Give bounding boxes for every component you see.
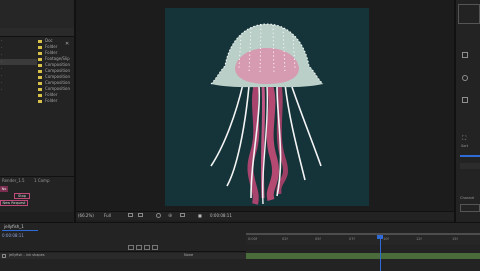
folder-icon — [38, 57, 42, 61]
project-panel: · · · · · · · · Doc Folder Folder Footag… — [0, 0, 74, 212]
list-item[interactable]: · — [0, 66, 2, 72]
mask-icon[interactable] — [156, 213, 161, 218]
item-type: Doc — [45, 38, 53, 43]
render-button-new[interactable]: New Request — [0, 200, 28, 206]
timeline-panel: jellyfish_1 0:00:08:11 jellyfish - ink s… — [0, 222, 480, 271]
panel-icon[interactable] — [462, 97, 468, 103]
channel-icon[interactable] — [180, 213, 185, 217]
work-area-bar[interactable] — [246, 233, 480, 235]
render-queue-header: Render_1.5 1 Comp — [0, 176, 74, 185]
resolution-select[interactable]: Full — [104, 213, 111, 218]
render-button-stop[interactable]: Stop — [14, 193, 30, 199]
right-panel: ⛶ Sort Channel — [456, 0, 480, 222]
folder-icon — [38, 63, 42, 67]
folder-icon — [38, 45, 42, 49]
list-item-selected[interactable]: · — [0, 59, 37, 65]
render-value: 1 Comp — [34, 178, 50, 183]
right-field[interactable] — [460, 204, 480, 212]
item-type: Composition — [45, 74, 70, 79]
folder-icon — [38, 99, 42, 103]
layer-row[interactable]: jellyfish - ink shapes None — [0, 253, 246, 259]
distribute-icon[interactable] — [462, 75, 468, 81]
project-list-names: · · · · · · · · — [0, 38, 37, 108]
list-item[interactable]: · — [0, 87, 2, 93]
right-label-b: Channel — [460, 196, 475, 200]
list-item[interactable]: · — [0, 73, 2, 79]
region-icon[interactable] — [128, 213, 133, 217]
zoom-select[interactable]: (66.2%) — [78, 213, 94, 218]
align-icon[interactable] — [462, 52, 468, 58]
timeline-tab-label: jellyfish_1 — [4, 224, 24, 229]
item-type: Folder — [45, 50, 58, 55]
ruler-tick-label: 05f — [315, 237, 321, 241]
layer-track-bar[interactable] — [246, 253, 480, 259]
layer-mode[interactable]: None — [184, 253, 193, 257]
list-item[interactable]: · — [0, 45, 2, 51]
ruler-tick-label: 10f — [383, 237, 389, 241]
composition-canvas[interactable] — [165, 8, 369, 206]
jellyfish-artwork — [210, 23, 324, 205]
folder-icon — [38, 93, 42, 97]
guides-icon[interactable]: ⊕ — [168, 213, 172, 219]
list-item[interactable]: · — [0, 52, 2, 58]
folder-icon — [38, 39, 42, 43]
folder-icon — [38, 75, 42, 79]
composition-viewer[interactable]: + (66.2%) Full ⊕ — [76, 0, 454, 220]
project-search[interactable] — [0, 28, 74, 37]
folder-icon — [38, 81, 42, 85]
timeline-tab[interactable]: jellyfish_1 — [2, 224, 38, 231]
frame-blend-toggle[interactable] — [136, 245, 142, 250]
item-type: Composition — [45, 86, 70, 91]
ruler-tick-label: 15f — [452, 237, 458, 241]
playhead[interactable] — [380, 235, 381, 271]
transparency-grid-icon[interactable] — [138, 213, 143, 217]
item-type: Composition — [45, 80, 70, 85]
camera-icon[interactable]: ■ — [198, 213, 202, 218]
item-type: Folder — [45, 98, 58, 103]
viewer-toolbar: (66.2%) Full ⊕ ■ 0:00:08:11 — [76, 211, 454, 220]
render-label: Render_1.5 — [2, 178, 25, 183]
graph-toggle[interactable] — [152, 245, 158, 250]
item-type: Footage/Slip — [45, 56, 70, 61]
item-type: Composition — [45, 62, 70, 67]
right-slider[interactable] — [460, 163, 480, 169]
item-type: Folder — [45, 44, 58, 49]
project-list-types: Doc Folder Folder Footage/Slip Compositi… — [38, 38, 74, 108]
render-button-no[interactable]: No — [0, 186, 8, 192]
layer-name[interactable]: jellyfish - ink shapes — [9, 253, 45, 257]
folder-icon — [38, 87, 42, 91]
timeline-timecode[interactable]: 0:00:08:11 — [2, 233, 24, 238]
right-panel-top — [458, 4, 480, 24]
chevron-icon[interactable]: ✕ — [65, 41, 69, 47]
viewer-timecode[interactable]: 0:00:08:11 — [210, 213, 232, 218]
item-type: Folder — [45, 92, 58, 97]
ruler-tick-label: 07f — [349, 237, 355, 241]
ruler-tick-label: 02f — [282, 237, 288, 241]
list-item[interactable]: · — [0, 38, 2, 44]
motion-blur-toggle[interactable] — [144, 245, 150, 250]
ruler-tick-label: 0:00f — [248, 237, 258, 241]
accent-bar — [460, 155, 480, 157]
shy-toggle[interactable] — [128, 245, 134, 250]
layer-header-line — [0, 251, 246, 252]
list-item[interactable]: · — [0, 80, 2, 86]
frame-icon[interactable]: ⛶ — [462, 135, 466, 143]
folder-icon — [38, 51, 42, 55]
item-type: Composition — [45, 68, 70, 73]
project-header — [0, 0, 74, 28]
ruler-tick-label: 12f — [416, 237, 422, 241]
right-label-a: Sort — [461, 144, 469, 148]
visibility-icon[interactable] — [2, 254, 6, 258]
folder-icon — [38, 69, 42, 73]
